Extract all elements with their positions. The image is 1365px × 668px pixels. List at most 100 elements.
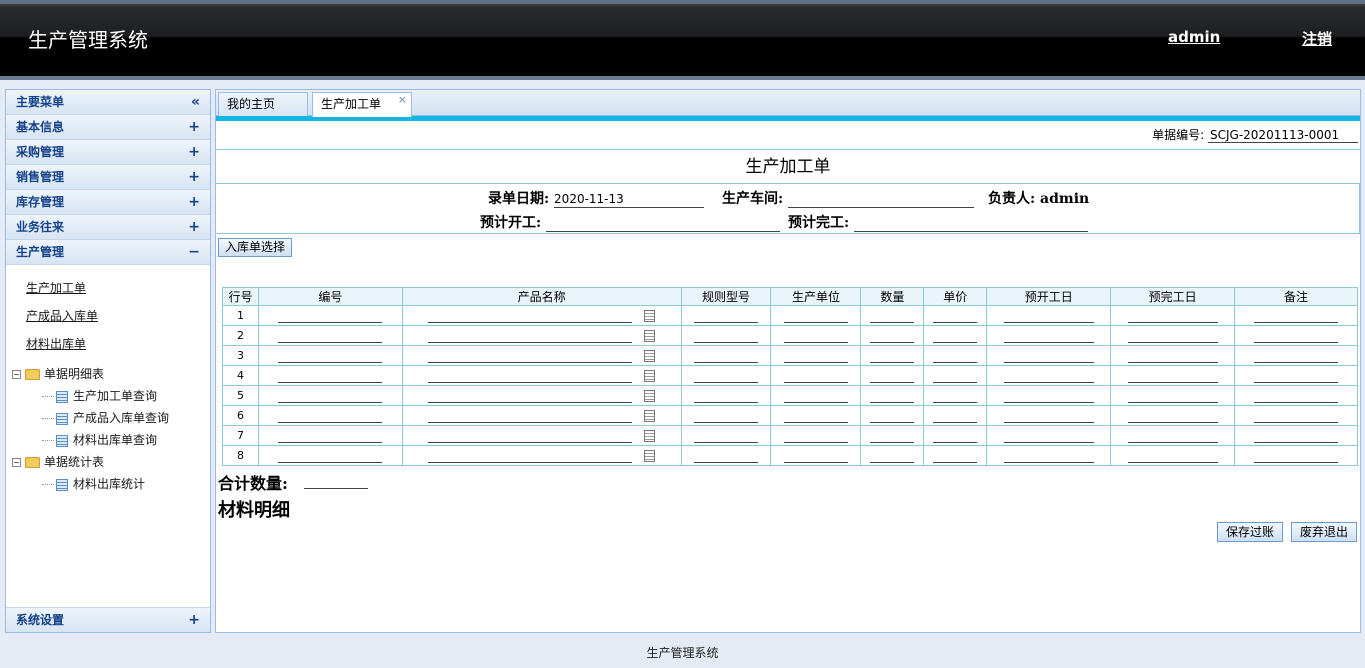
cell-input[interactable] (1254, 329, 1339, 343)
product-picker-icon[interactable] (644, 349, 656, 362)
cell-input[interactable] (1254, 449, 1339, 463)
cell-input[interactable] (870, 349, 915, 363)
sidebar-item-purchase[interactable]: 采购管理 + (6, 140, 210, 165)
cell-input[interactable] (1127, 429, 1218, 443)
cell-input[interactable] (1254, 409, 1339, 423)
tab-production-order[interactable]: 生产加工单 × (312, 92, 412, 117)
cell-input[interactable] (278, 409, 383, 423)
cell-input[interactable] (278, 329, 383, 343)
cell-input[interactable] (278, 429, 383, 443)
cell-input[interactable] (428, 389, 633, 403)
cell-input[interactable] (278, 309, 383, 323)
link-material-outbound[interactable]: 材料出库单 (26, 335, 210, 352)
product-picker-icon[interactable] (644, 369, 656, 382)
tree-folder-stats[interactable]: − 单据统计表 (12, 451, 210, 473)
product-picker-icon[interactable] (644, 449, 656, 462)
cell-input[interactable] (783, 329, 848, 343)
cell-input[interactable] (1003, 349, 1094, 363)
product-picker-icon[interactable] (644, 409, 656, 422)
cell-input[interactable] (933, 409, 978, 423)
cell-input[interactable] (1127, 409, 1218, 423)
cell-input[interactable] (783, 389, 848, 403)
sidebar-item-settings[interactable]: 系统设置 + (6, 607, 210, 632)
cell-input[interactable] (694, 449, 759, 463)
tree-item-inbound-query[interactable]: 产成品入库单查询 (12, 407, 210, 429)
cell-input[interactable] (428, 309, 633, 323)
pick-inbound-button[interactable]: 入库单选择 (218, 238, 293, 257)
cell-input[interactable] (1254, 309, 1339, 323)
sidebar-item-business[interactable]: 业务往来 + (6, 215, 210, 240)
cell-input[interactable] (870, 389, 915, 403)
sidebar-item-basic-info[interactable]: 基本信息 + (6, 115, 210, 140)
sidebar-item-inventory[interactable]: 库存管理 + (6, 190, 210, 215)
plan-end-field[interactable] (854, 216, 1089, 232)
cell-input[interactable] (933, 389, 978, 403)
cell-input[interactable] (870, 429, 915, 443)
cell-input[interactable] (1003, 369, 1094, 383)
cell-input[interactable] (694, 389, 759, 403)
cell-input[interactable] (783, 409, 848, 423)
plan-start-field[interactable] (546, 216, 781, 232)
sidebar-main-menu[interactable]: 主要菜单 « (6, 90, 210, 115)
cell-input[interactable] (694, 349, 759, 363)
tree-item-outbound-query[interactable]: 材料出库单查询 (12, 429, 210, 451)
cell-input[interactable] (428, 449, 633, 463)
tree-item-outbound-stats[interactable]: 材料出库统计 (12, 473, 210, 495)
cell-input[interactable] (1254, 349, 1339, 363)
tree-item-production-query[interactable]: 生产加工单查询 (12, 385, 210, 407)
cell-input[interactable] (278, 369, 383, 383)
tree-folder-details[interactable]: − 单据明细表 (12, 363, 210, 385)
cell-input[interactable] (1003, 429, 1094, 443)
cell-input[interactable] (1254, 389, 1339, 403)
link-production-order[interactable]: 生产加工单 (26, 279, 210, 296)
entry-date-field[interactable]: 2020-11-13 (554, 192, 705, 208)
cell-input[interactable] (1127, 369, 1218, 383)
product-picker-icon[interactable] (644, 329, 656, 342)
tree-toggle-icon[interactable]: − (12, 458, 21, 467)
cell-input[interactable] (428, 369, 633, 383)
cell-input[interactable] (694, 409, 759, 423)
cell-input[interactable] (428, 349, 633, 363)
tree-toggle-icon[interactable]: − (12, 370, 21, 379)
cell-input[interactable] (278, 349, 383, 363)
cell-input[interactable] (1127, 349, 1218, 363)
product-picker-icon[interactable] (644, 309, 656, 322)
cell-input[interactable] (783, 349, 848, 363)
cell-input[interactable] (278, 389, 383, 403)
sidebar-item-production[interactable]: 生产管理 − (6, 240, 210, 265)
cell-input[interactable] (1003, 389, 1094, 403)
cell-input[interactable] (1127, 389, 1218, 403)
cell-input[interactable] (1127, 449, 1218, 463)
cell-input[interactable] (783, 369, 848, 383)
cell-input[interactable] (278, 449, 383, 463)
cell-input[interactable] (1003, 329, 1094, 343)
cell-input[interactable] (870, 449, 915, 463)
discard-exit-button[interactable]: 废弃退出 (1291, 522, 1358, 542)
product-picker-icon[interactable] (644, 389, 656, 402)
tab-home[interactable]: 我的主页 (218, 92, 308, 116)
doc-number-field[interactable]: SCJG-20201113-0001 (1208, 128, 1358, 143)
cell-input[interactable] (870, 369, 915, 383)
cell-input[interactable] (933, 369, 978, 383)
workshop-field[interactable] (788, 192, 975, 208)
cell-input[interactable] (783, 429, 848, 443)
cell-input[interactable] (428, 409, 633, 423)
product-picker-icon[interactable] (644, 429, 656, 442)
cell-input[interactable] (1127, 309, 1218, 323)
cell-input[interactable] (933, 329, 978, 343)
cell-input[interactable] (933, 349, 978, 363)
cell-input[interactable] (1127, 329, 1218, 343)
cell-input[interactable] (1254, 369, 1339, 383)
cell-input[interactable] (694, 309, 759, 323)
save-post-button[interactable]: 保存过账 (1217, 522, 1284, 542)
close-icon[interactable]: × (398, 89, 407, 111)
cell-input[interactable] (1254, 429, 1339, 443)
cell-input[interactable] (1003, 409, 1094, 423)
cell-input[interactable] (870, 409, 915, 423)
link-product-inbound[interactable]: 产成品入库单 (26, 307, 210, 324)
cell-input[interactable] (694, 369, 759, 383)
cell-input[interactable] (783, 309, 848, 323)
logout-link[interactable]: 注销 (1302, 28, 1332, 49)
cell-input[interactable] (1003, 449, 1094, 463)
sidebar-item-sales[interactable]: 销售管理 + (6, 165, 210, 190)
